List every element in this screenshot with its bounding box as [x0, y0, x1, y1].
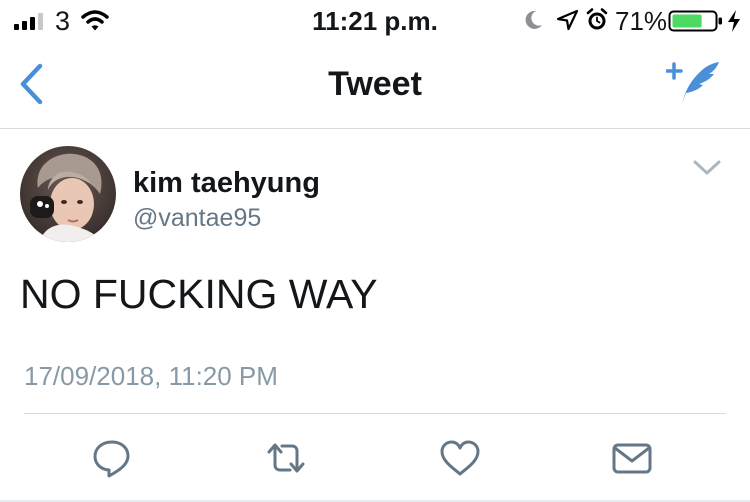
reply-icon [93, 440, 130, 478]
like-button[interactable] [438, 436, 482, 480]
chevron-down-icon[interactable] [692, 158, 722, 178]
avatar[interactable] [20, 146, 116, 242]
retweet-icon [267, 443, 305, 473]
page-title: Tweet [328, 65, 422, 103]
reply-button[interactable] [90, 436, 134, 480]
tweet-timestamp: 17/09/2018, 11:20 PM [24, 361, 278, 391]
tweet-text: NO FUCKING WAY [20, 271, 378, 317]
battery-icon [668, 10, 722, 32]
alarm-clock-icon [586, 8, 608, 30]
charging-bolt-icon [728, 10, 740, 32]
direct-message-button[interactable] [610, 436, 654, 480]
status-bar: 3 11:21 p.m. 71% [0, 0, 750, 40]
compose-tweet-icon[interactable] [666, 60, 722, 106]
divider [24, 413, 726, 414]
location-arrow-icon [556, 9, 579, 31]
retweet-button[interactable] [264, 436, 308, 480]
do-not-disturb-moon-icon [525, 10, 542, 29]
like-icon [440, 440, 480, 476]
navigation-bar: Tweet [0, 40, 750, 129]
direct-message-icon [612, 443, 652, 474]
display-name[interactable]: kim taehyung [133, 166, 320, 200]
battery-percentage: 71% [615, 6, 668, 36]
user-handle[interactable]: @vantae95 [133, 202, 261, 234]
profile-photo [20, 146, 116, 242]
